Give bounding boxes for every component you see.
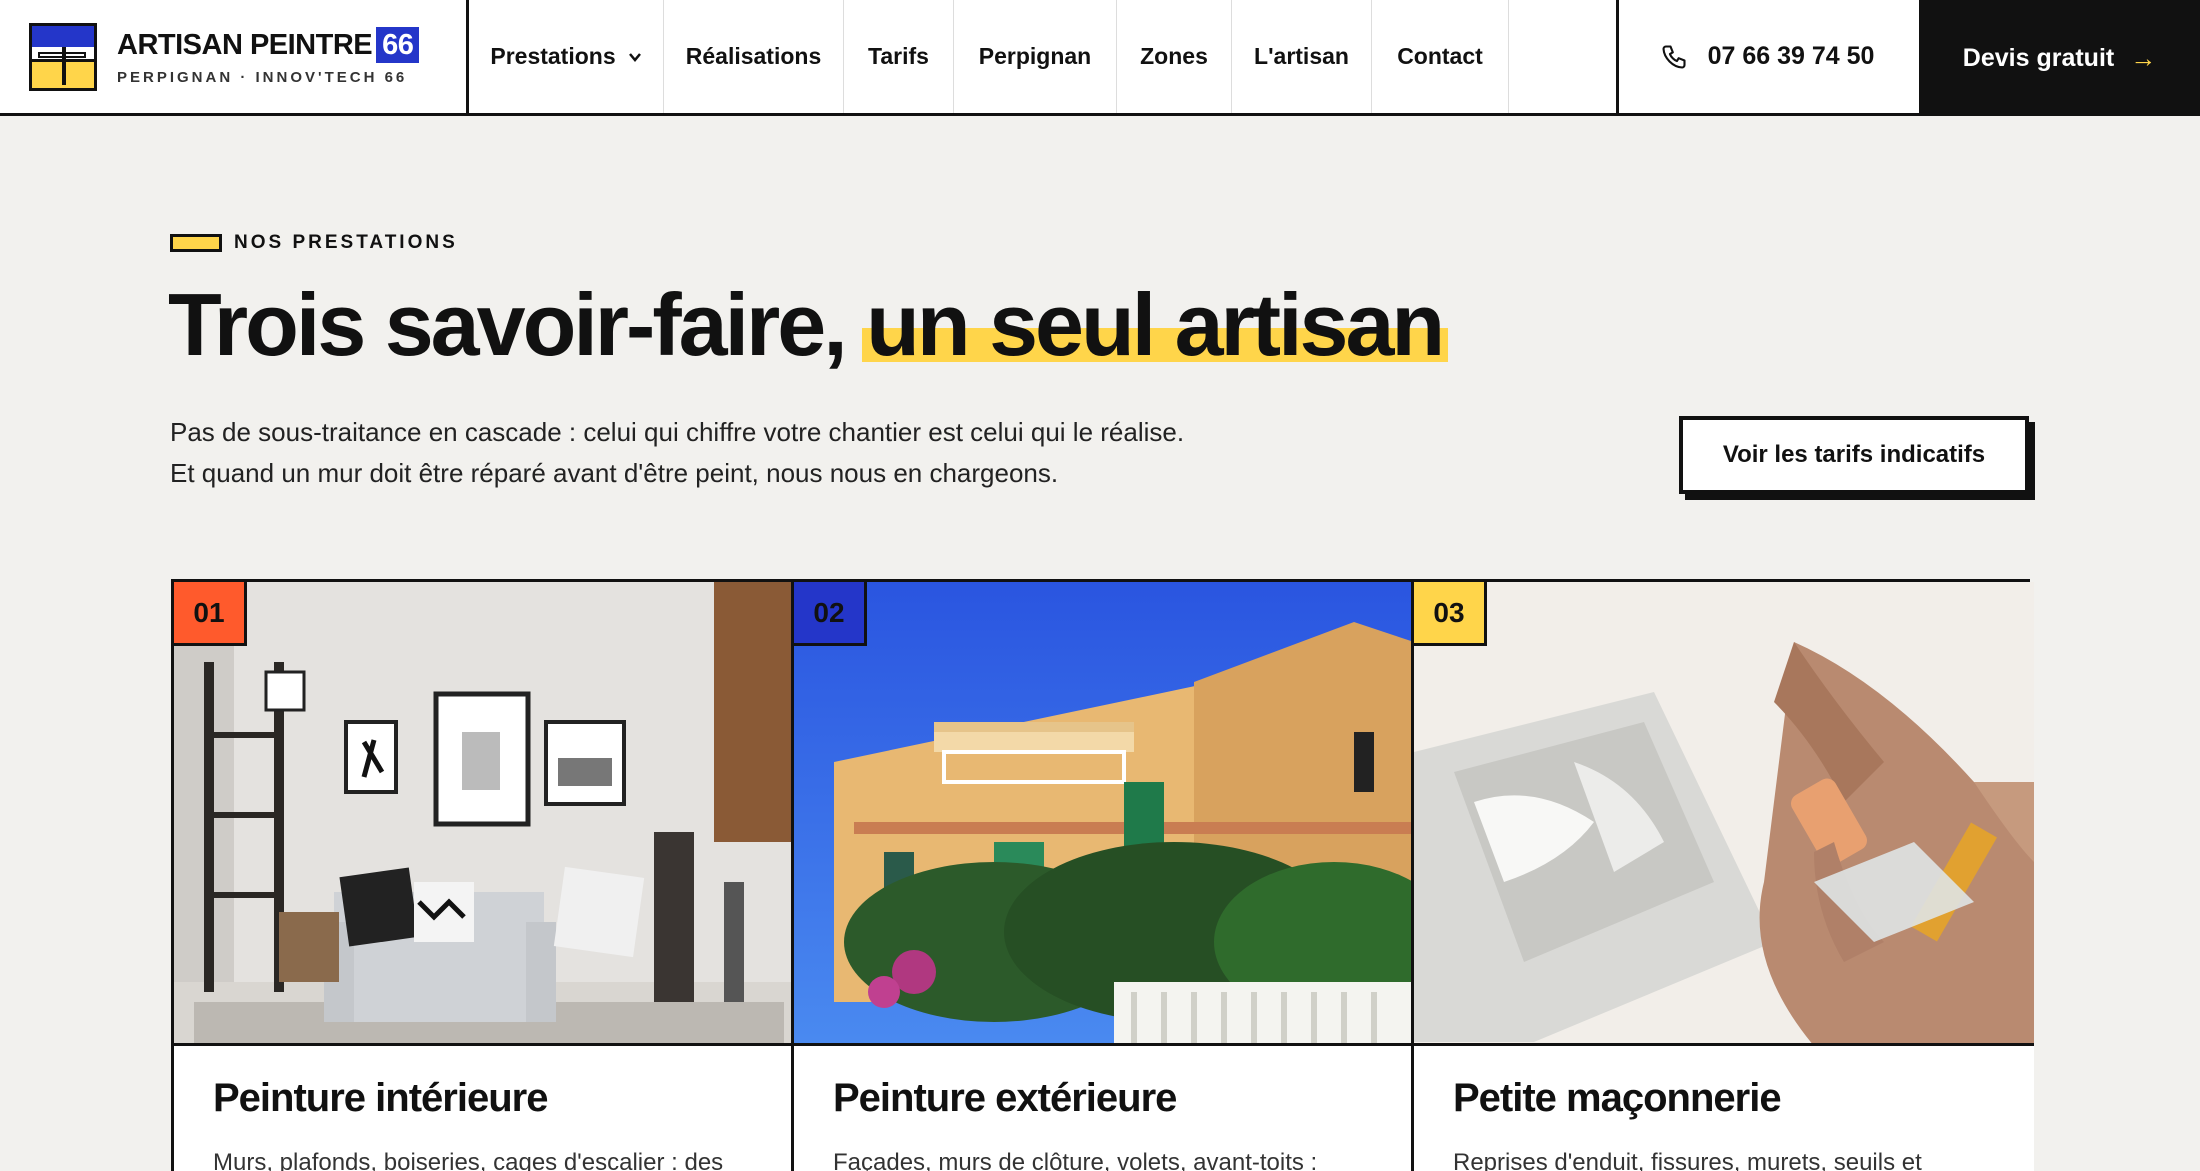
card-number-badge: 02	[794, 582, 867, 646]
nav-label: L'artisan	[1254, 43, 1349, 69]
nav-label: Prestations	[490, 43, 616, 69]
title-highlight: un seul artisan	[862, 270, 1449, 380]
free-quote-button[interactable]: Devis gratuit →	[1919, 0, 2200, 116]
nav-label: Perpignan	[978, 43, 1092, 69]
arrow-right-icon: →	[2130, 42, 2157, 73]
brand-subtitle: PERPIGNAN · INNOV'TECH 66	[117, 69, 408, 86]
paint-roller-logo-icon	[29, 22, 97, 91]
eyebrow-bar	[170, 234, 222, 252]
nav-item-realisations[interactable]: Réalisations	[664, 0, 844, 113]
brand-name: ARTISAN PEINTRE 66	[117, 27, 420, 63]
nav-label: Réalisations	[685, 43, 822, 69]
brand-logo-link[interactable]: ARTISAN PEINTRE 66 PERPIGNAN · INNOV'TEC…	[0, 0, 469, 113]
section-intro: Pas de sous-traitance en cascade : celui…	[170, 412, 1184, 494]
phone-link[interactable]: 07 66 39 74 50	[1619, 0, 1915, 113]
service-card-interior[interactable]: 01 Peinture intérieure Murs, plafonds, b…	[174, 582, 794, 1171]
nav-label: Zones	[1140, 43, 1208, 69]
eyebrow-text: NOS PRESTATIONS	[234, 232, 458, 253]
site-header: ARTISAN PEINTRE 66 PERPIGNAN · INNOV'TEC…	[0, 0, 2200, 116]
card-description: Façades, murs de clôture, volets, avant-…	[833, 1149, 1318, 1171]
intro-line: Pas de sous-traitance en cascade : celui…	[170, 417, 1185, 447]
nav-item-tarifs[interactable]: Tarifs	[844, 0, 954, 113]
nav-item-contact[interactable]: Contact	[1372, 0, 1509, 113]
service-card-masonry[interactable]: 03 Petite maçonnerie Reprises d'enduit, …	[1414, 582, 2034, 1171]
card-number-badge: 01	[174, 582, 247, 646]
card-number-badge: 03	[1414, 582, 1487, 646]
card-title: Peinture extérieure	[833, 1076, 1177, 1120]
brand-number: 66	[376, 27, 420, 63]
section-title: Trois savoir-faire, un seul artisan	[168, 270, 1449, 380]
card-description: Reprises d'enduit, fissures, murets, seu…	[1453, 1149, 1922, 1171]
nav-item-perpignan[interactable]: Perpignan	[954, 0, 1117, 113]
brand-name-text: ARTISAN PEINTRE	[117, 28, 373, 61]
chevron-down-icon	[628, 52, 641, 62]
nav-spacer	[1509, 0, 1619, 113]
card-title: Peinture intérieure	[213, 1076, 548, 1120]
nav-item-artisan[interactable]: L'artisan	[1232, 0, 1372, 113]
card-description: Murs, plafonds, boiseries, cages d'escal…	[213, 1149, 724, 1171]
section-eyebrow: NOS PRESTATIONS	[170, 232, 458, 254]
cta-label: Devis gratuit	[1962, 43, 2115, 72]
services-grid: 01 Peinture intérieure Murs, plafonds, b…	[171, 579, 2034, 1171]
nav-item-prestations[interactable]: Prestations	[469, 0, 664, 113]
interior-living-room-image	[174, 582, 791, 1046]
service-card-exterior[interactable]: 02 Peinture extérieure Façades, murs de …	[794, 582, 1414, 1171]
nav-label: Tarifs	[868, 43, 929, 69]
intro-line: Et quand un mur doit être réparé avant d…	[170, 458, 1059, 488]
nav-item-zones[interactable]: Zones	[1117, 0, 1232, 113]
phone-number: 07 66 39 74 50	[1707, 42, 1875, 70]
view-pricing-button[interactable]: Voir les tarifs indicatifs	[1679, 416, 2029, 494]
main-nav: Prestations Réalisations Tarifs Perpigna…	[469, 0, 1619, 113]
exterior-facade-image	[794, 582, 1411, 1046]
masonry-plastering-image	[1414, 582, 2034, 1046]
card-title: Petite maçonnerie	[1453, 1076, 1782, 1120]
phone-icon	[1662, 44, 1686, 69]
nav-label: Contact	[1397, 43, 1483, 69]
title-main: Trois savoir-faire,	[168, 275, 848, 374]
